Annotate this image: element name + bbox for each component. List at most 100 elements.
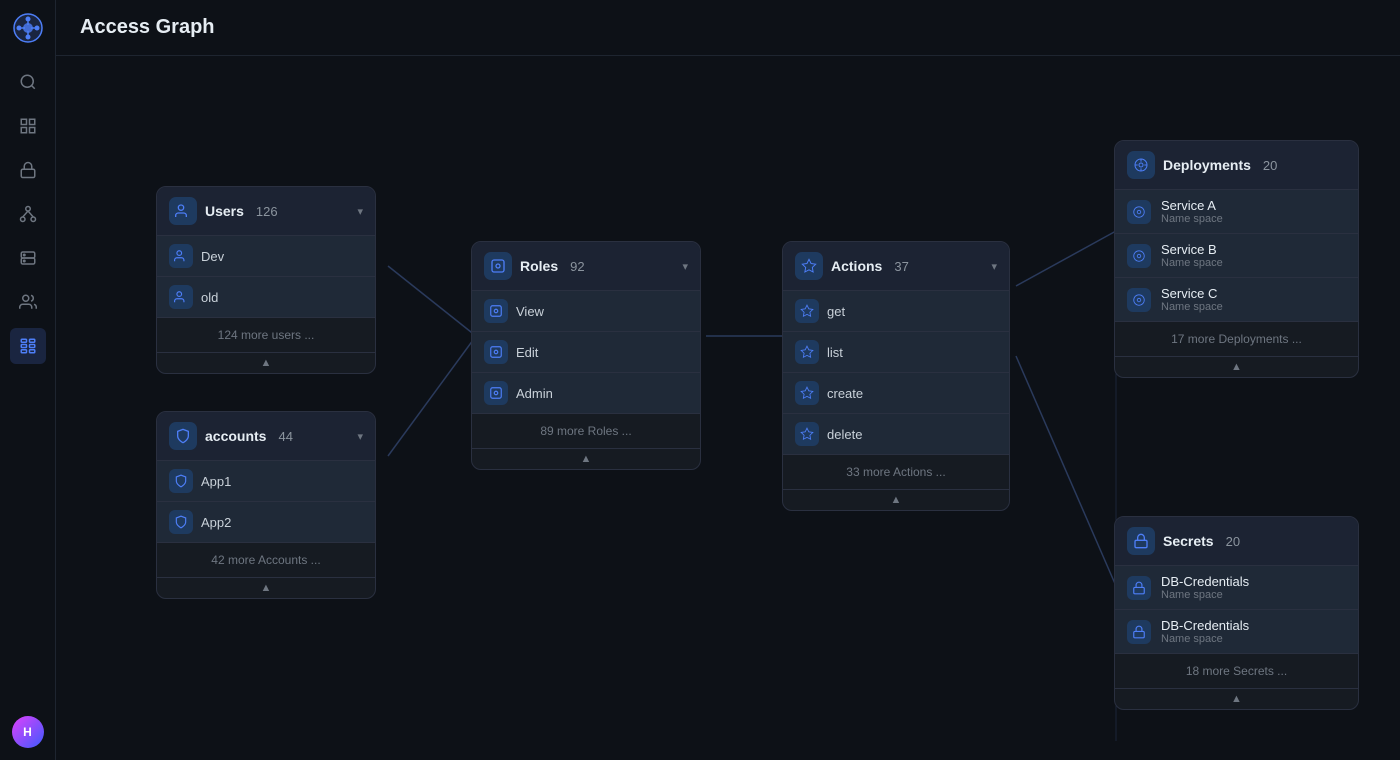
roles-chevron-icon[interactable]: ▾ [682, 260, 688, 273]
users-node: Users 126 ▾ Dev [156, 186, 376, 374]
deployments-node: Deployments 20 Service A Name space [1114, 140, 1359, 378]
actions-item-create-label: create [827, 386, 863, 401]
accounts-node-header[interactable]: accounts 44 ▾ [157, 412, 375, 460]
actions-item-delete[interactable]: delete [783, 413, 1009, 454]
accounts-header-icon [169, 422, 197, 450]
roles-icon-admin [484, 381, 508, 405]
accounts-item-app1-label: App1 [201, 474, 231, 489]
users-node-title: Users [205, 203, 244, 219]
accounts-item-app1[interactable]: App1 [157, 460, 375, 501]
actions-item-list-label: list [827, 345, 843, 360]
actions-item-list[interactable]: list [783, 331, 1009, 372]
users-item-dev[interactable]: Dev [157, 235, 375, 276]
roles-icon-edit [484, 340, 508, 364]
deployments-service-a-name: Service A [1161, 198, 1223, 213]
users-node-count: 126 [256, 204, 278, 219]
users-item-dev-label: Dev [201, 249, 224, 264]
secrets-db1-sub: Name space [1161, 589, 1249, 601]
roles-chevron-up[interactable]: ▲ [472, 448, 700, 469]
deployments-service-c-name: Service C [1161, 286, 1223, 301]
deployments-service-a-sub: Name space [1161, 213, 1223, 225]
app-logo[interactable] [12, 12, 44, 44]
sidebar-network-icon[interactable] [10, 196, 46, 232]
roles-node-header[interactable]: Roles 92 ▾ [472, 242, 700, 290]
roles-node-title: Roles [520, 258, 558, 274]
deployments-node-count: 20 [1263, 158, 1277, 173]
deployments-service-b-sub: Name space [1161, 257, 1223, 269]
deployments-service-b-name: Service B [1161, 242, 1223, 257]
accounts-more[interactable]: 42 more Accounts ... [157, 542, 375, 577]
actions-more[interactable]: 33 more Actions ... [783, 454, 1009, 489]
sidebar-lock-icon[interactable] [10, 152, 46, 188]
actions-icon-delete [795, 422, 819, 446]
secrets-node: Secrets 20 DB-Credentials Name space [1114, 516, 1359, 710]
accounts-icon-app2 [169, 510, 193, 534]
accounts-item-app2[interactable]: App2 [157, 501, 375, 542]
actions-node-header[interactable]: Actions 37 ▾ [783, 242, 1009, 290]
deployments-icon-service-a [1127, 200, 1151, 224]
main-content: Access Graph [56, 0, 1400, 760]
roles-header-icon [484, 252, 512, 280]
users-header-icon [169, 197, 197, 225]
users-chevron-up[interactable]: ▲ [157, 352, 375, 373]
accounts-chevron-icon[interactable]: ▾ [357, 430, 363, 443]
roles-item-view[interactable]: View [472, 290, 700, 331]
actions-node-title: Actions [831, 258, 882, 274]
users-item-old-label: old [201, 290, 218, 305]
sidebar-server-icon[interactable] [10, 240, 46, 276]
accounts-node-title: accounts [205, 428, 266, 444]
actions-chevron-up[interactable]: ▲ [783, 489, 1009, 510]
secrets-header-icon [1127, 527, 1155, 555]
graph-area: Users 126 ▾ Dev [56, 56, 1400, 760]
users-chevron-icon[interactable]: ▾ [357, 205, 363, 218]
roles-node: Roles 92 ▾ View Edit [471, 241, 701, 470]
secrets-item-db1[interactable]: DB-Credentials Name space [1115, 565, 1358, 609]
deployments-item-service-a[interactable]: Service A Name space [1115, 189, 1358, 233]
users-more[interactable]: 124 more users ... [157, 317, 375, 352]
secrets-chevron-up[interactable]: ▲ [1115, 688, 1358, 709]
sidebar-bottom: H [12, 716, 44, 748]
deployments-more[interactable]: 17 more Deployments ... [1115, 321, 1358, 356]
roles-item-view-label: View [516, 304, 544, 319]
actions-node: Actions 37 ▾ get list [782, 241, 1010, 511]
accounts-chevron-up[interactable]: ▲ [157, 577, 375, 598]
deployments-header-icon [1127, 151, 1155, 179]
user-avatar[interactable]: H [12, 716, 44, 748]
actions-item-delete-label: delete [827, 427, 862, 442]
roles-item-edit[interactable]: Edit [472, 331, 700, 372]
sidebar-search-icon[interactable] [10, 64, 46, 100]
deployments-chevron-up[interactable]: ▲ [1115, 356, 1358, 377]
secrets-node-header[interactable]: Secrets 20 [1115, 517, 1358, 565]
secrets-db2-name: DB-Credentials [1161, 618, 1249, 633]
deployments-service-c-sub: Name space [1161, 301, 1223, 313]
secrets-more[interactable]: 18 more Secrets ... [1115, 653, 1358, 688]
actions-item-create[interactable]: create [783, 372, 1009, 413]
sidebar-users-icon[interactable] [10, 284, 46, 320]
secrets-node-count: 20 [1226, 534, 1240, 549]
roles-more[interactable]: 89 more Roles ... [472, 413, 700, 448]
roles-icon-view [484, 299, 508, 323]
accounts-item-app2-label: App2 [201, 515, 231, 530]
roles-item-edit-label: Edit [516, 345, 538, 360]
user-icon-old [169, 285, 193, 309]
deployments-node-title: Deployments [1163, 157, 1251, 173]
actions-item-get[interactable]: get [783, 290, 1009, 331]
secrets-db2-sub: Name space [1161, 633, 1249, 645]
deployments-node-header[interactable]: Deployments 20 [1115, 141, 1358, 189]
actions-icon-get [795, 299, 819, 323]
sidebar-dashboard-icon[interactable] [10, 108, 46, 144]
sidebar: H [0, 0, 56, 760]
deployments-item-service-b[interactable]: Service B Name space [1115, 233, 1358, 277]
accounts-icon-app1 [169, 469, 193, 493]
sidebar-graph-icon[interactable] [10, 328, 46, 364]
actions-item-get-label: get [827, 304, 845, 319]
secrets-item-db2[interactable]: DB-Credentials Name space [1115, 609, 1358, 653]
deployments-item-service-c[interactable]: Service C Name space [1115, 277, 1358, 321]
roles-item-admin[interactable]: Admin [472, 372, 700, 413]
deployments-icon-service-c [1127, 288, 1151, 312]
actions-chevron-icon[interactable]: ▾ [991, 260, 997, 273]
users-node-header[interactable]: Users 126 ▾ [157, 187, 375, 235]
users-item-old[interactable]: old [157, 276, 375, 317]
accounts-node-count: 44 [278, 429, 292, 444]
roles-node-count: 92 [570, 259, 584, 274]
